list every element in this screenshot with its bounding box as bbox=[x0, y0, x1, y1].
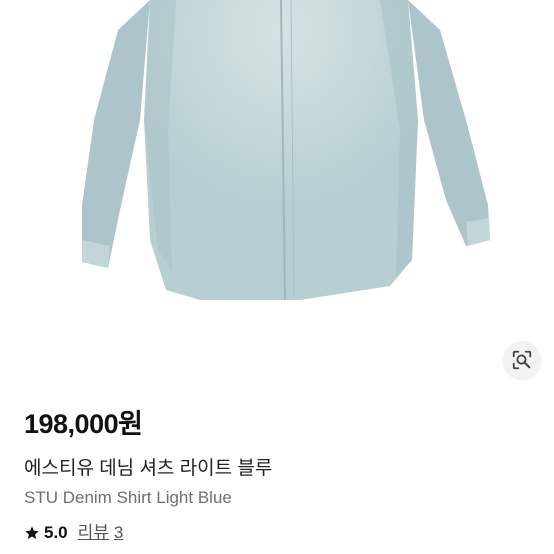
product-title-english: STU Denim Shirt Light Blue bbox=[24, 488, 232, 507]
product-image[interactable] bbox=[0, 0, 554, 390]
lens-search-icon bbox=[512, 350, 532, 370]
denim-shirt-illustration bbox=[82, 0, 490, 301]
image-search-button[interactable] bbox=[503, 341, 541, 379]
product-rating: 5.0 리뷰 3 bbox=[24, 520, 530, 546]
product-title-korean: 에스티유 데님 셔츠 라이트 블루 bbox=[24, 458, 273, 479]
reviews-label: 리뷰 bbox=[77, 523, 109, 542]
reviews-count: 3 bbox=[113, 523, 124, 542]
product-price: 198,000원 bbox=[24, 409, 143, 439]
product-info: 198,000원 에스티유 데님 셔츠 라이트 블루 STU Denim Shi… bbox=[24, 404, 530, 546]
rating-score: 5.0 bbox=[44, 523, 68, 542]
reviews-link[interactable]: 리뷰 3 bbox=[78, 520, 129, 546]
star-icon bbox=[25, 526, 39, 539]
